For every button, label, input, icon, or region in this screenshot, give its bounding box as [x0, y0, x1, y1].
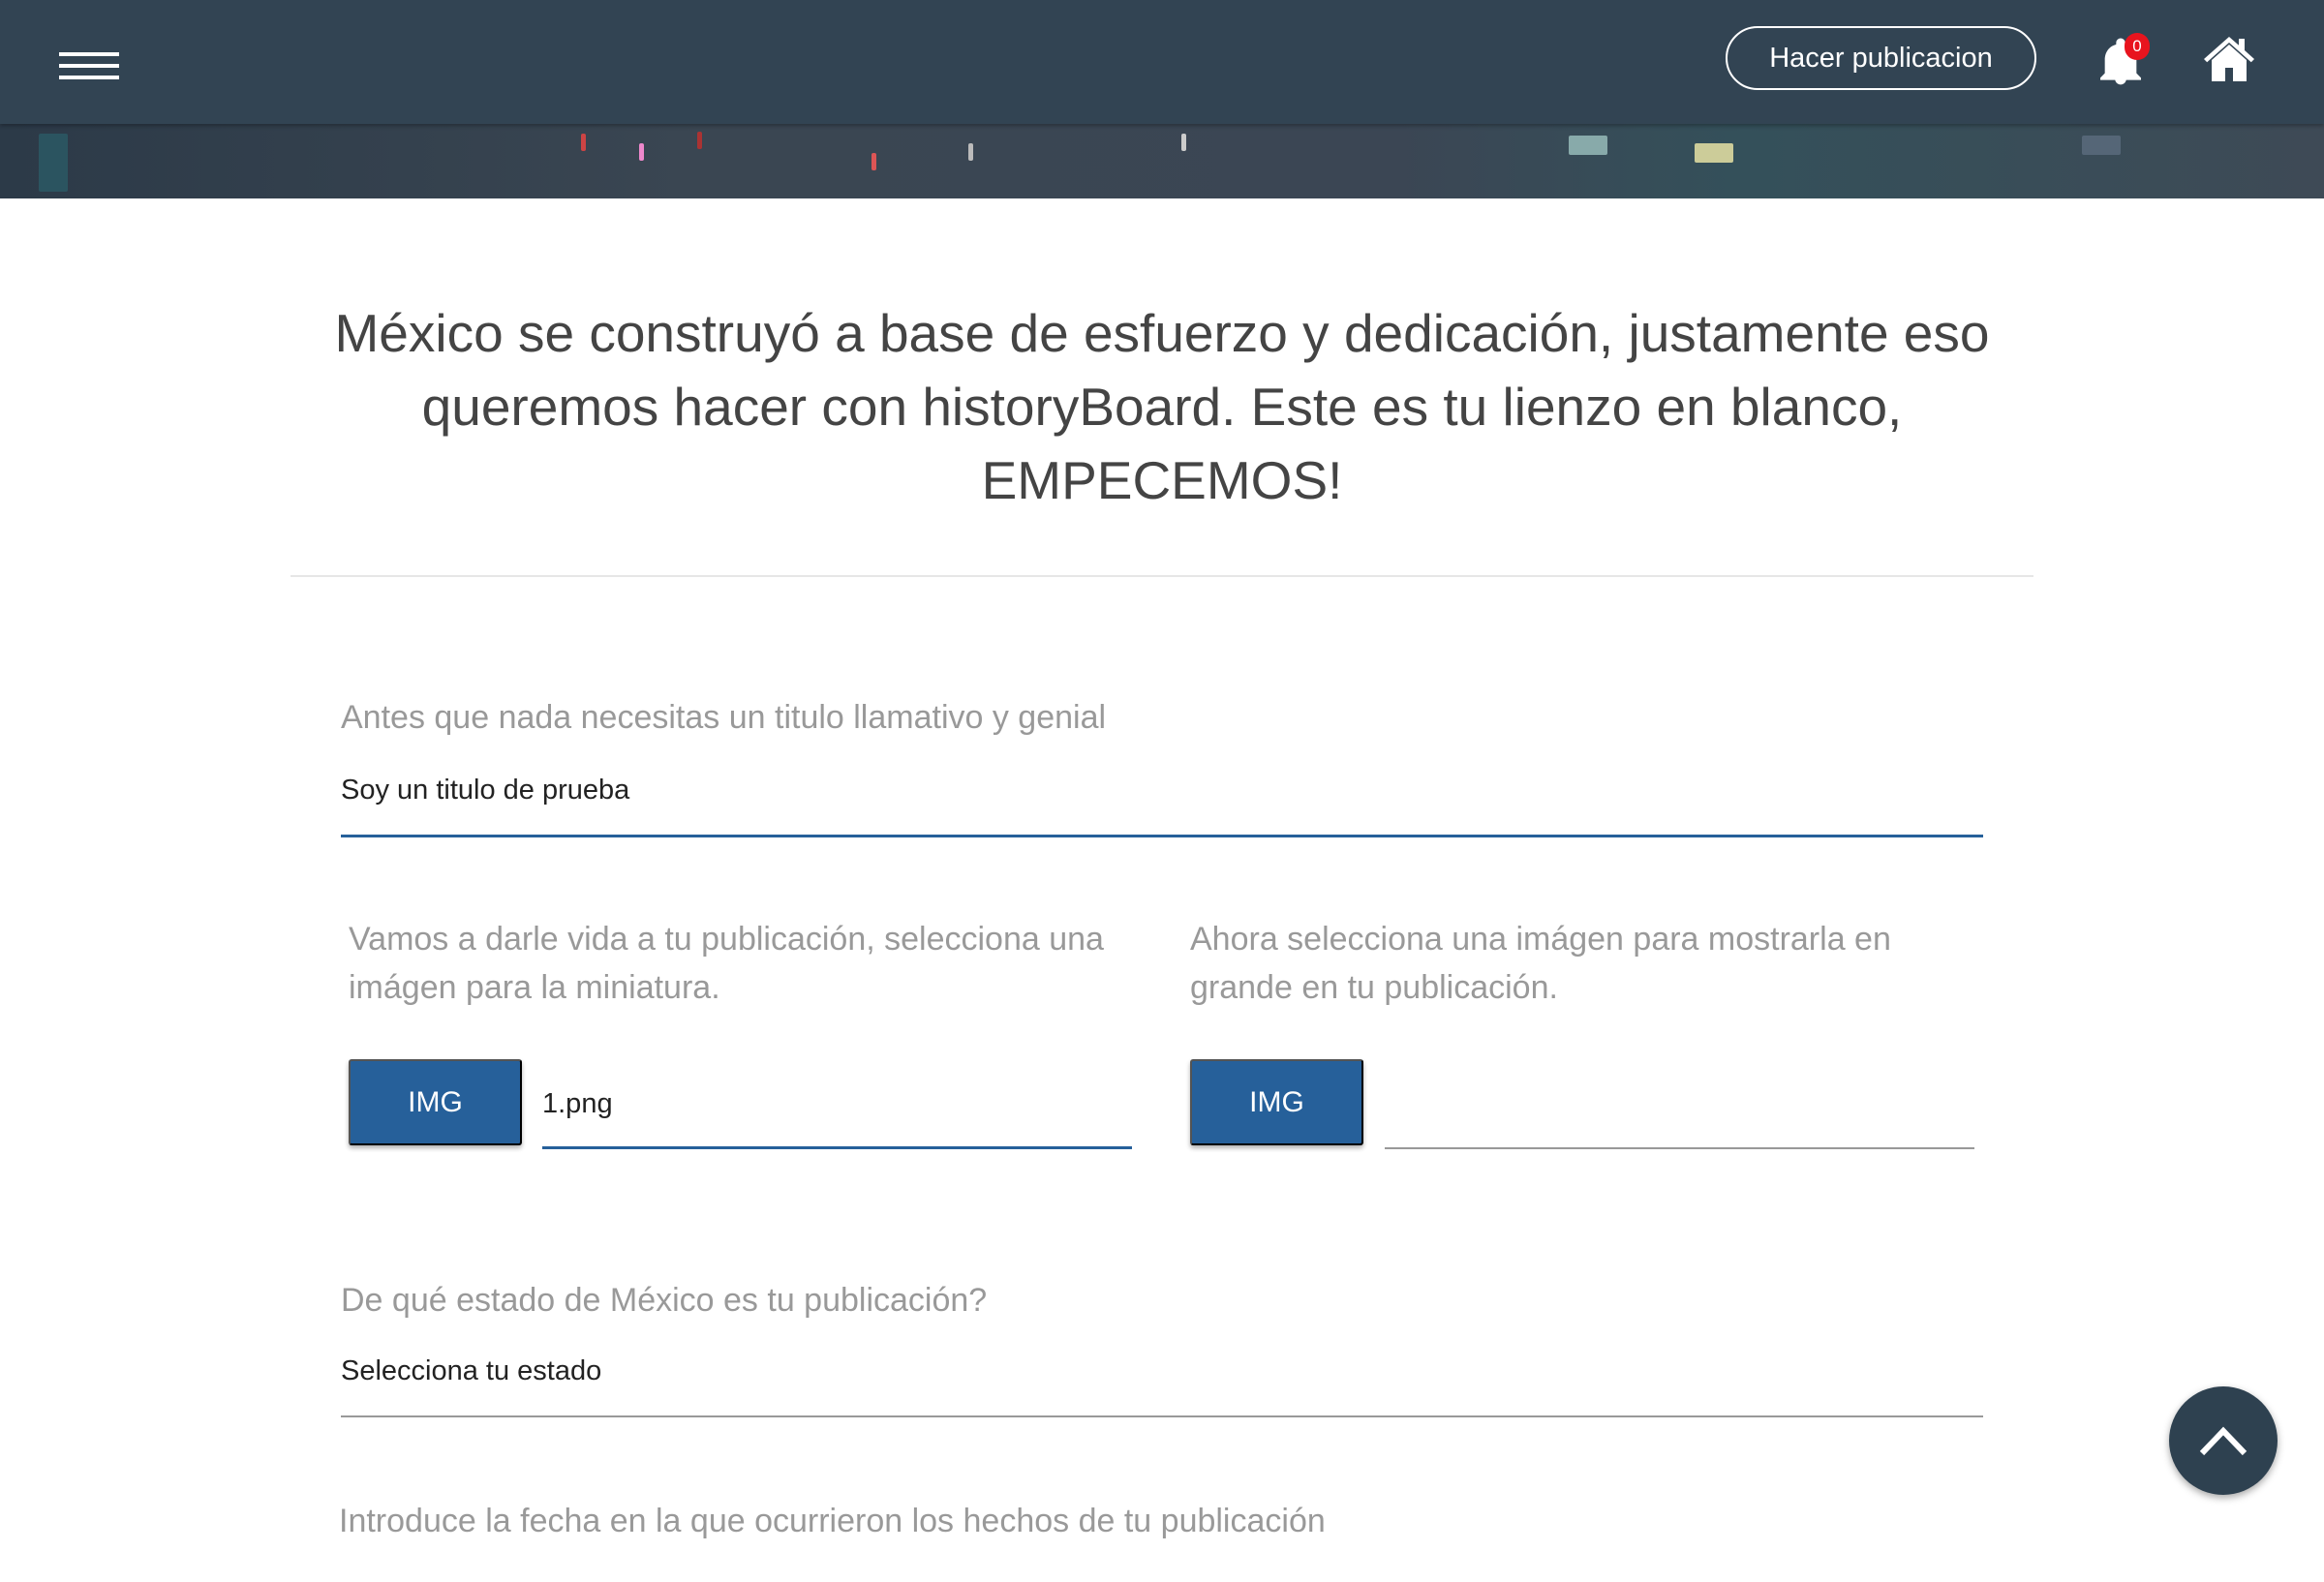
state-label: De qué estado de México es tu publicació…	[341, 1282, 988, 1319]
title-input[interactable]: Soy un titulo de prueba	[341, 775, 1983, 833]
notification-badge: 0	[2125, 33, 2150, 60]
thumbnail-input-underline	[542, 1146, 1132, 1149]
scroll-top-button[interactable]	[2169, 1386, 2278, 1495]
large-input-underline	[1385, 1147, 1974, 1149]
large-img-button[interactable]: IMG	[1190, 1059, 1363, 1145]
title-label: Antes que nada necesitas un titulo llama…	[341, 699, 1107, 736]
chevron-up-icon	[2199, 1426, 2248, 1456]
thumbnail-img-button[interactable]: IMG	[349, 1059, 522, 1145]
top-navbar: Hacer publicacion 0	[0, 0, 2324, 124]
state-select-underline	[341, 1415, 1983, 1417]
thumbnail-file-input[interactable]: 1.png	[542, 1088, 1132, 1144]
date-label: Introduce la fecha en la que ocurrieron …	[339, 1503, 1326, 1539]
large-image-label: Ahora selecciona una imágen para mostrar…	[1190, 921, 1891, 1006]
thumbnail-label: Vamos a darle vida a tu publicación, sel…	[349, 921, 1104, 1006]
home-icon[interactable]	[2202, 35, 2256, 83]
divider	[290, 575, 2034, 577]
title-input-underline	[341, 835, 1983, 837]
state-select[interactable]: Selecciona tu estado	[341, 1355, 1983, 1414]
intro-heading: México se construyó a base de esfuerzo y…	[334, 303, 1990, 510]
make-publication-button[interactable]: Hacer publicacion	[1726, 26, 2036, 90]
header-banner-image	[0, 124, 2324, 198]
large-file-input[interactable]	[1385, 1088, 1974, 1144]
hamburger-icon[interactable]	[59, 52, 119, 79]
